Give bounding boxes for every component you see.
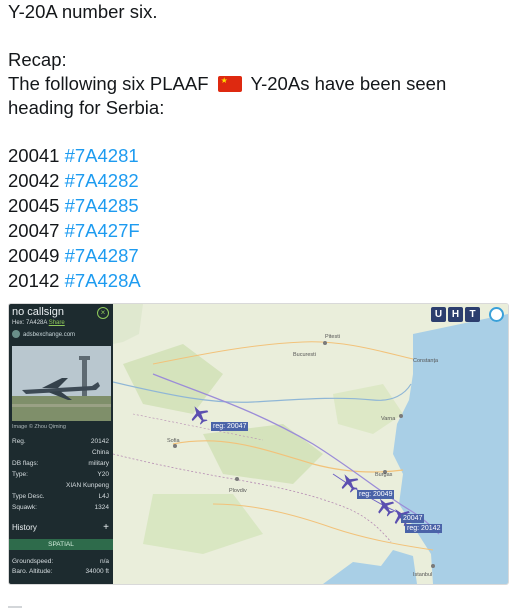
- aircraft-photo: [12, 346, 111, 421]
- info-value: 1324: [94, 504, 109, 511]
- hashtag-link[interactable]: #7A4282: [65, 170, 139, 191]
- place-label-varna: Varna: [381, 416, 396, 422]
- place-label-plovdiv: Plovdiv: [229, 488, 247, 494]
- info-field: Type: Y20: [12, 471, 109, 481]
- info-field: DB flags: military: [12, 460, 109, 470]
- info-value: Y20: [97, 471, 109, 478]
- map-button-t[interactable]: T: [465, 307, 480, 322]
- spatial-field: Baro. Altitude: 34000 ft: [12, 568, 109, 578]
- spatial-value: n/a: [99, 558, 109, 565]
- share-link[interactable]: Share: [49, 320, 65, 326]
- aircraft-info-panel: no callsign × Hex: 7A428A Share adsbexch…: [9, 304, 113, 584]
- hashtag-link[interactable]: #7A427F: [65, 220, 140, 241]
- callsign: no callsign: [12, 306, 64, 318]
- info-value: 20142: [90, 438, 109, 445]
- hex-row: Hex: 7A428A Share: [12, 320, 65, 326]
- adsbexchange-text: adsbexchange.com: [23, 332, 76, 338]
- spatial-section[interactable]: SPATIAL: [9, 539, 113, 550]
- close-icon[interactable]: ×: [97, 307, 109, 319]
- info-key: Type Desc.: [12, 493, 45, 500]
- info-value: L4J: [98, 493, 109, 500]
- place-label-istanbul: Istanbul: [413, 572, 432, 578]
- aircraft-reg: 20142: [8, 270, 60, 291]
- place-label-bucuresti: Bucuresti: [293, 352, 316, 358]
- info-field: Type Desc. L4J: [12, 493, 109, 503]
- aircraft-list: 20041 #7A4281 20042 #7A4282 20045 #7A4285 2…: [8, 144, 513, 294]
- info-key: DB flags:: [12, 460, 39, 467]
- history-section[interactable]: History +: [9, 522, 113, 534]
- info-field: Squawk: 1324: [12, 504, 109, 514]
- place-label-burgas: Burgas: [375, 472, 393, 478]
- place-label-pitesti: Pitesti: [325, 334, 340, 340]
- map-button-u[interactable]: U: [431, 307, 446, 322]
- hashtag-link[interactable]: #7A4285: [65, 195, 139, 216]
- aircraft-list-item: 20041 #7A4281: [8, 144, 513, 169]
- place-label-constanta: Constanța: [413, 358, 439, 364]
- tweet-line-1: Y-20A number six.: [8, 1, 158, 22]
- aircraft-reg: 20049: [8, 245, 60, 266]
- history-label: History: [12, 523, 37, 532]
- info-value: China: [92, 449, 109, 456]
- tweet-sentence-b: Y-20As have been seen: [250, 73, 447, 94]
- info-field: Reg. 20142: [12, 438, 109, 448]
- tweet-recap: Recap:: [8, 49, 67, 70]
- aircraft-list-item: 20142 #7A428A: [8, 269, 513, 294]
- place-label-sofia: Sofia: [167, 438, 180, 444]
- aircraft-list-item: 20049 #7A4287: [8, 244, 513, 269]
- hex-value: 7A428A: [26, 320, 48, 326]
- plus-icon[interactable]: +: [103, 522, 109, 534]
- aircraft-reg: 20041: [8, 145, 60, 166]
- aircraft-label-1: reg: 20047: [211, 422, 249, 431]
- tweet-sentence-2: heading for Serbia:: [8, 97, 165, 118]
- map-settings-icon[interactable]: [489, 307, 504, 322]
- china-flag-icon: [217, 76, 242, 92]
- hashtag-link[interactable]: #7A428A: [65, 270, 141, 291]
- spatial-key: Groundspeed:: [12, 558, 54, 565]
- spatial-key: Baro. Altitude:: [12, 568, 53, 575]
- aircraft-list-item: 20042 #7A4282: [8, 169, 513, 194]
- map-button-h[interactable]: H: [448, 307, 463, 322]
- info-value: military: [88, 460, 109, 467]
- map-view[interactable]: Pitesti Bucuresti Constanța Varna Burgas…: [113, 304, 508, 584]
- tracker-screenshot: Pitesti Bucuresti Constanța Varna Burgas…: [8, 303, 509, 585]
- info-field: China: [12, 449, 109, 459]
- info-key: Type:: [12, 471, 28, 478]
- hashtag-link[interactable]: #7A4281: [65, 145, 139, 166]
- info-field: XIAN Kunpeng: [12, 482, 109, 492]
- aircraft-reg: 20047: [8, 220, 60, 241]
- map-svg: Pitesti Bucuresti Constanța Varna Burgas…: [113, 304, 508, 584]
- hashtag-link[interactable]: #7A4287: [65, 245, 139, 266]
- aircraft-reg: 20042: [8, 170, 60, 191]
- aircraft-list-item: 20047 #7A427F: [8, 219, 513, 244]
- info-key: Squawk:: [12, 504, 37, 511]
- aircraft-label-3: 20047: [401, 514, 425, 523]
- aircraft-label-4: reg: 20142: [405, 524, 443, 533]
- info-key: Reg.: [12, 438, 26, 445]
- globe-icon: [12, 330, 20, 338]
- hex-label: Hex:: [12, 320, 25, 326]
- info-value: XIAN Kunpeng: [65, 482, 109, 489]
- spatial-field: Groundspeed: n/a: [12, 558, 109, 568]
- tweet-sentence-a: The following six PLAAF: [8, 73, 209, 94]
- image-credit: Image © Zhou Qiming: [12, 424, 66, 430]
- aircraft-label-2: reg: 20049: [357, 490, 395, 499]
- aircraft-reg: 20045: [8, 195, 60, 216]
- tweet-text: Y-20A number six. Recap: The following s…: [8, 0, 513, 294]
- divider: [8, 606, 22, 608]
- adsbexchange-link[interactable]: adsbexchange.com: [12, 330, 75, 338]
- tweet-sentence-1: The following six PLAAF Y-20As have been…: [8, 72, 513, 96]
- spatial-value: 34000 ft: [85, 568, 110, 575]
- aircraft-list-item: 20045 #7A4285: [8, 194, 513, 219]
